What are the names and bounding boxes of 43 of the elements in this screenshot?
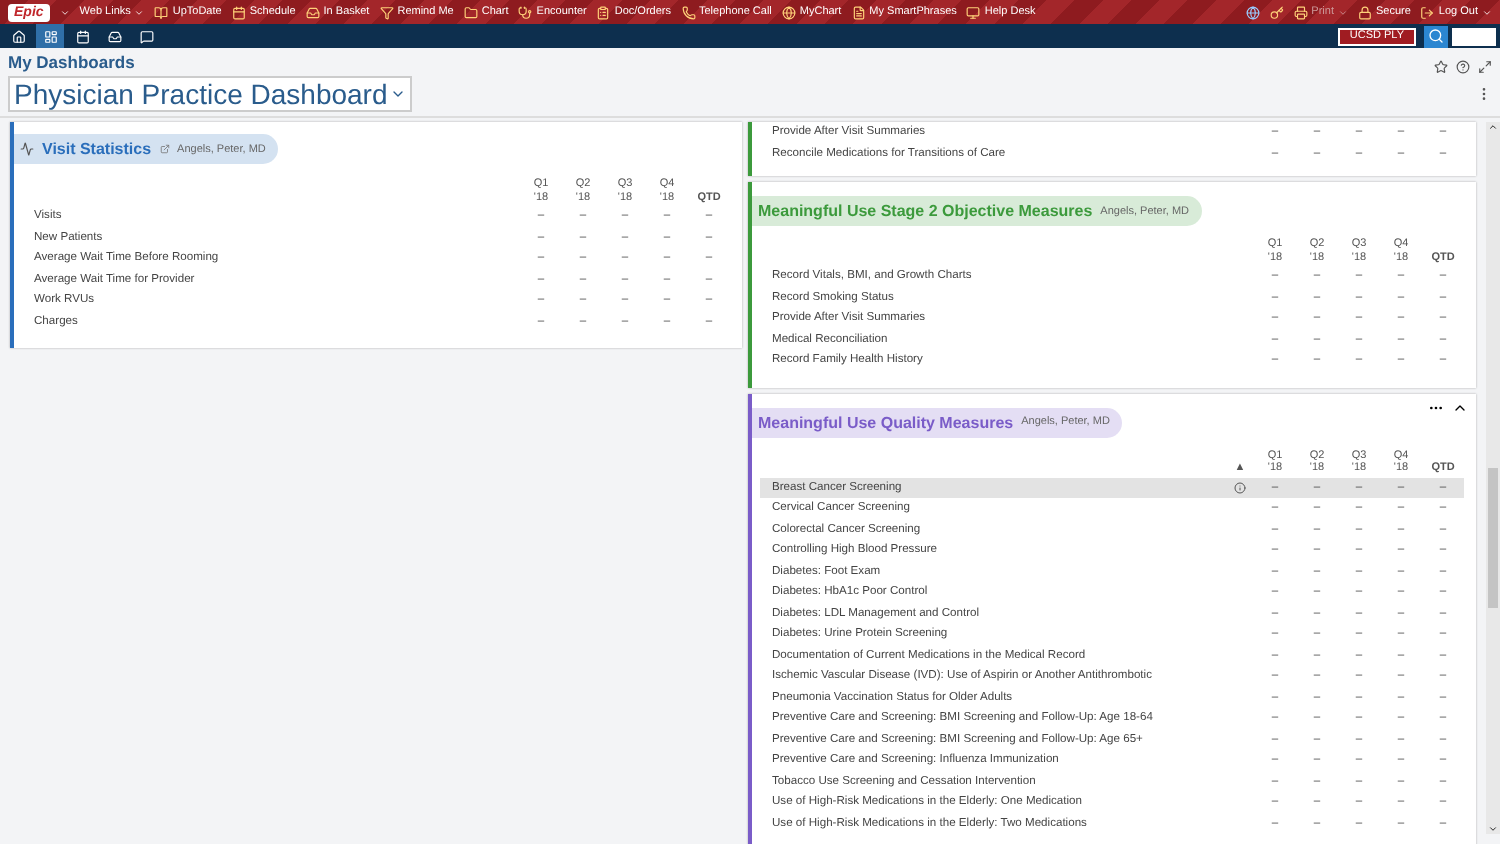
- caret-icon: [1337, 7, 1348, 17]
- panel-title: Meaningful Use Stage 2 Objective Measures: [758, 202, 1093, 220]
- scroll-up-icon[interactable]: [1488, 122, 1498, 132]
- panel-title: Meaningful Use Quality Measures: [758, 413, 1014, 431]
- home-icon: [11, 29, 25, 43]
- dashboard-icon: [43, 29, 57, 43]
- stethoscope-icon: [518, 5, 533, 19]
- inbox-icon: [305, 5, 320, 19]
- printer-icon: [1293, 5, 1308, 19]
- calendar-icon: [231, 5, 246, 19]
- chat-icon: [139, 29, 153, 43]
- calendar-icon: [75, 29, 89, 43]
- funnel-icon: [379, 5, 394, 19]
- info-icon[interactable]: [1234, 481, 1247, 494]
- globe-icon: [781, 5, 796, 19]
- star-icon[interactable]: [1434, 60, 1448, 74]
- clipboard-icon: [596, 5, 611, 19]
- inbox-icon: [107, 29, 121, 43]
- key-icon[interactable]: [1269, 5, 1284, 19]
- dashboard-tab[interactable]: [36, 24, 64, 48]
- scrollbar[interactable]: [1486, 122, 1500, 834]
- globe-icon[interactable]: [1245, 5, 1260, 19]
- lock-icon: [1357, 5, 1372, 19]
- panel-title: Visit Statistics: [42, 140, 152, 158]
- activity-icon: [20, 142, 34, 156]
- caret-icon: [134, 7, 145, 17]
- document-icon: [851, 5, 866, 19]
- caret-icon: [389, 86, 406, 102]
- scroll-down-icon[interactable]: [1488, 824, 1498, 834]
- expand-icon[interactable]: [1478, 60, 1492, 74]
- caret-icon: [1482, 7, 1492, 17]
- help-icon[interactable]: [1456, 60, 1470, 74]
- dashboard-dropdown[interactable]: Physician Practice Dashboard: [8, 76, 412, 112]
- logout-icon: [1420, 5, 1435, 19]
- caret-icon: [59, 7, 70, 17]
- search-button[interactable]: [1424, 25, 1448, 47]
- breadcrumb[interactable]: My Dashboards: [8, 52, 1434, 72]
- link-icon: [159, 144, 170, 154]
- search-field[interactable]: [1452, 27, 1496, 45]
- folder-icon: [463, 5, 478, 19]
- monitor-icon: [966, 5, 981, 19]
- phone-icon: [681, 5, 695, 19]
- book-icon: [154, 5, 169, 19]
